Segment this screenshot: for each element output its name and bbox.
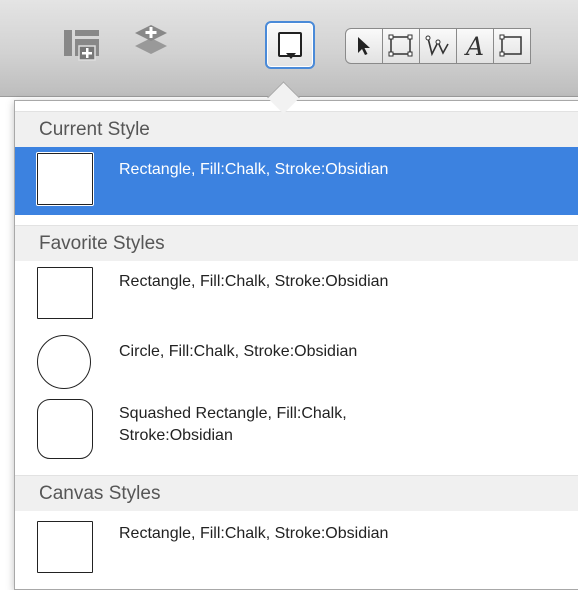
rectangle-style-icon xyxy=(37,267,93,319)
current-style-header: Current Style xyxy=(15,111,578,147)
style-popup-button[interactable] xyxy=(265,21,315,69)
canvas-styles-header: Canvas Styles xyxy=(15,475,578,511)
list-item-favorite-style[interactable]: Circle, Fill:Chalk, Stroke:Obsidian xyxy=(15,329,578,393)
squashed-rectangle-style-icon xyxy=(37,399,93,459)
tool-palette: A xyxy=(345,28,578,66)
style-label: Rectangle, Fill:Chalk, Stroke:Obsidian xyxy=(119,273,389,290)
circle-style-icon xyxy=(37,335,91,389)
text-tool-glyph: A xyxy=(465,31,485,61)
list-item-canvas-style[interactable]: Rectangle, Fill:Chalk, Stroke:Obsidian xyxy=(15,511,578,581)
toolbar: A xyxy=(0,0,578,97)
style-label: Circle, Fill:Chalk, Stroke:Obsidian xyxy=(119,343,358,360)
rectangle-style-icon xyxy=(37,521,93,573)
list-item-favorite-style[interactable]: Rectangle, Fill:Chalk, Stroke:Obsidian xyxy=(15,261,578,329)
style-label: Squashed Rectangle, Fill:Chalk, Stroke:O… xyxy=(119,405,347,444)
shape-rectangle-icon[interactable] xyxy=(382,28,420,64)
chevron-down-icon xyxy=(286,53,296,59)
bezier-icon[interactable] xyxy=(419,28,457,64)
style-picker-popover: Current Style Rectangle, Fill:Chalk, Str… xyxy=(14,100,578,590)
favorite-styles-header: Favorite Styles xyxy=(15,225,578,261)
grid-add-icon[interactable] xyxy=(62,24,102,64)
layers-icon[interactable] xyxy=(130,20,172,60)
rectangle-style-icon xyxy=(37,153,93,205)
select-arrow-icon[interactable] xyxy=(345,28,383,64)
shape-rectangle-icon[interactable] xyxy=(493,28,531,64)
style-label: Rectangle, Fill:Chalk, Stroke:Obsidian xyxy=(119,525,389,542)
text-tool-icon[interactable]: A xyxy=(456,28,494,64)
list-item-favorite-style[interactable]: Squashed Rectangle, Fill:Chalk, Stroke:O… xyxy=(15,393,578,469)
style-label: Rectangle, Fill:Chalk, Stroke:Obsidian xyxy=(119,161,389,178)
list-item-current-style[interactable]: Rectangle, Fill:Chalk, Stroke:Obsidian xyxy=(15,147,578,215)
